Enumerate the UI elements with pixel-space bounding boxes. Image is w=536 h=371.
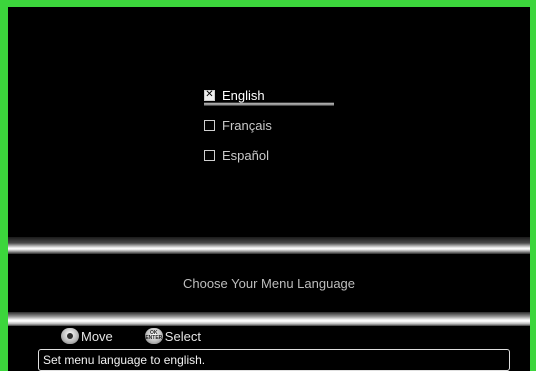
menu-screen: ✕ English Français Español Choose Your M… <box>8 7 530 371</box>
prompt-message: Choose Your Menu Language <box>182 275 356 291</box>
status-text: Set menu language to english. <box>43 353 206 367</box>
ok-enter-icon: OK ENTER <box>144 328 163 344</box>
language-option-francais[interactable]: Français <box>204 114 334 136</box>
move-hint: Move <box>61 328 113 344</box>
divider-bar-top <box>8 237 530 254</box>
language-label: Español <box>222 147 269 163</box>
footer: Move OK ENTER Select Set menu language t… <box>8 326 530 371</box>
select-label: Select <box>164 328 201 344</box>
status-bar: Set menu language to english. <box>38 349 510 371</box>
move-label: Move <box>81 328 113 344</box>
unchecked-checkbox-icon <box>204 149 215 161</box>
language-list: ✕ English Français Español <box>8 7 530 237</box>
language-option-english[interactable]: ✕ English <box>204 84 334 106</box>
message-panel: Choose Your Menu Language <box>8 254 530 312</box>
select-hint: OK ENTER Select <box>144 328 201 344</box>
key-hints: Move OK ENTER Select <box>61 327 233 345</box>
checked-checkbox-icon: ✕ <box>204 89 215 101</box>
language-label: English <box>222 87 265 103</box>
unchecked-checkbox-icon <box>204 119 215 131</box>
divider-bar-bottom <box>8 312 530 326</box>
language-option-espanol[interactable]: Español <box>204 144 334 166</box>
dpad-icon <box>61 328 79 344</box>
language-label: Français <box>222 117 272 133</box>
